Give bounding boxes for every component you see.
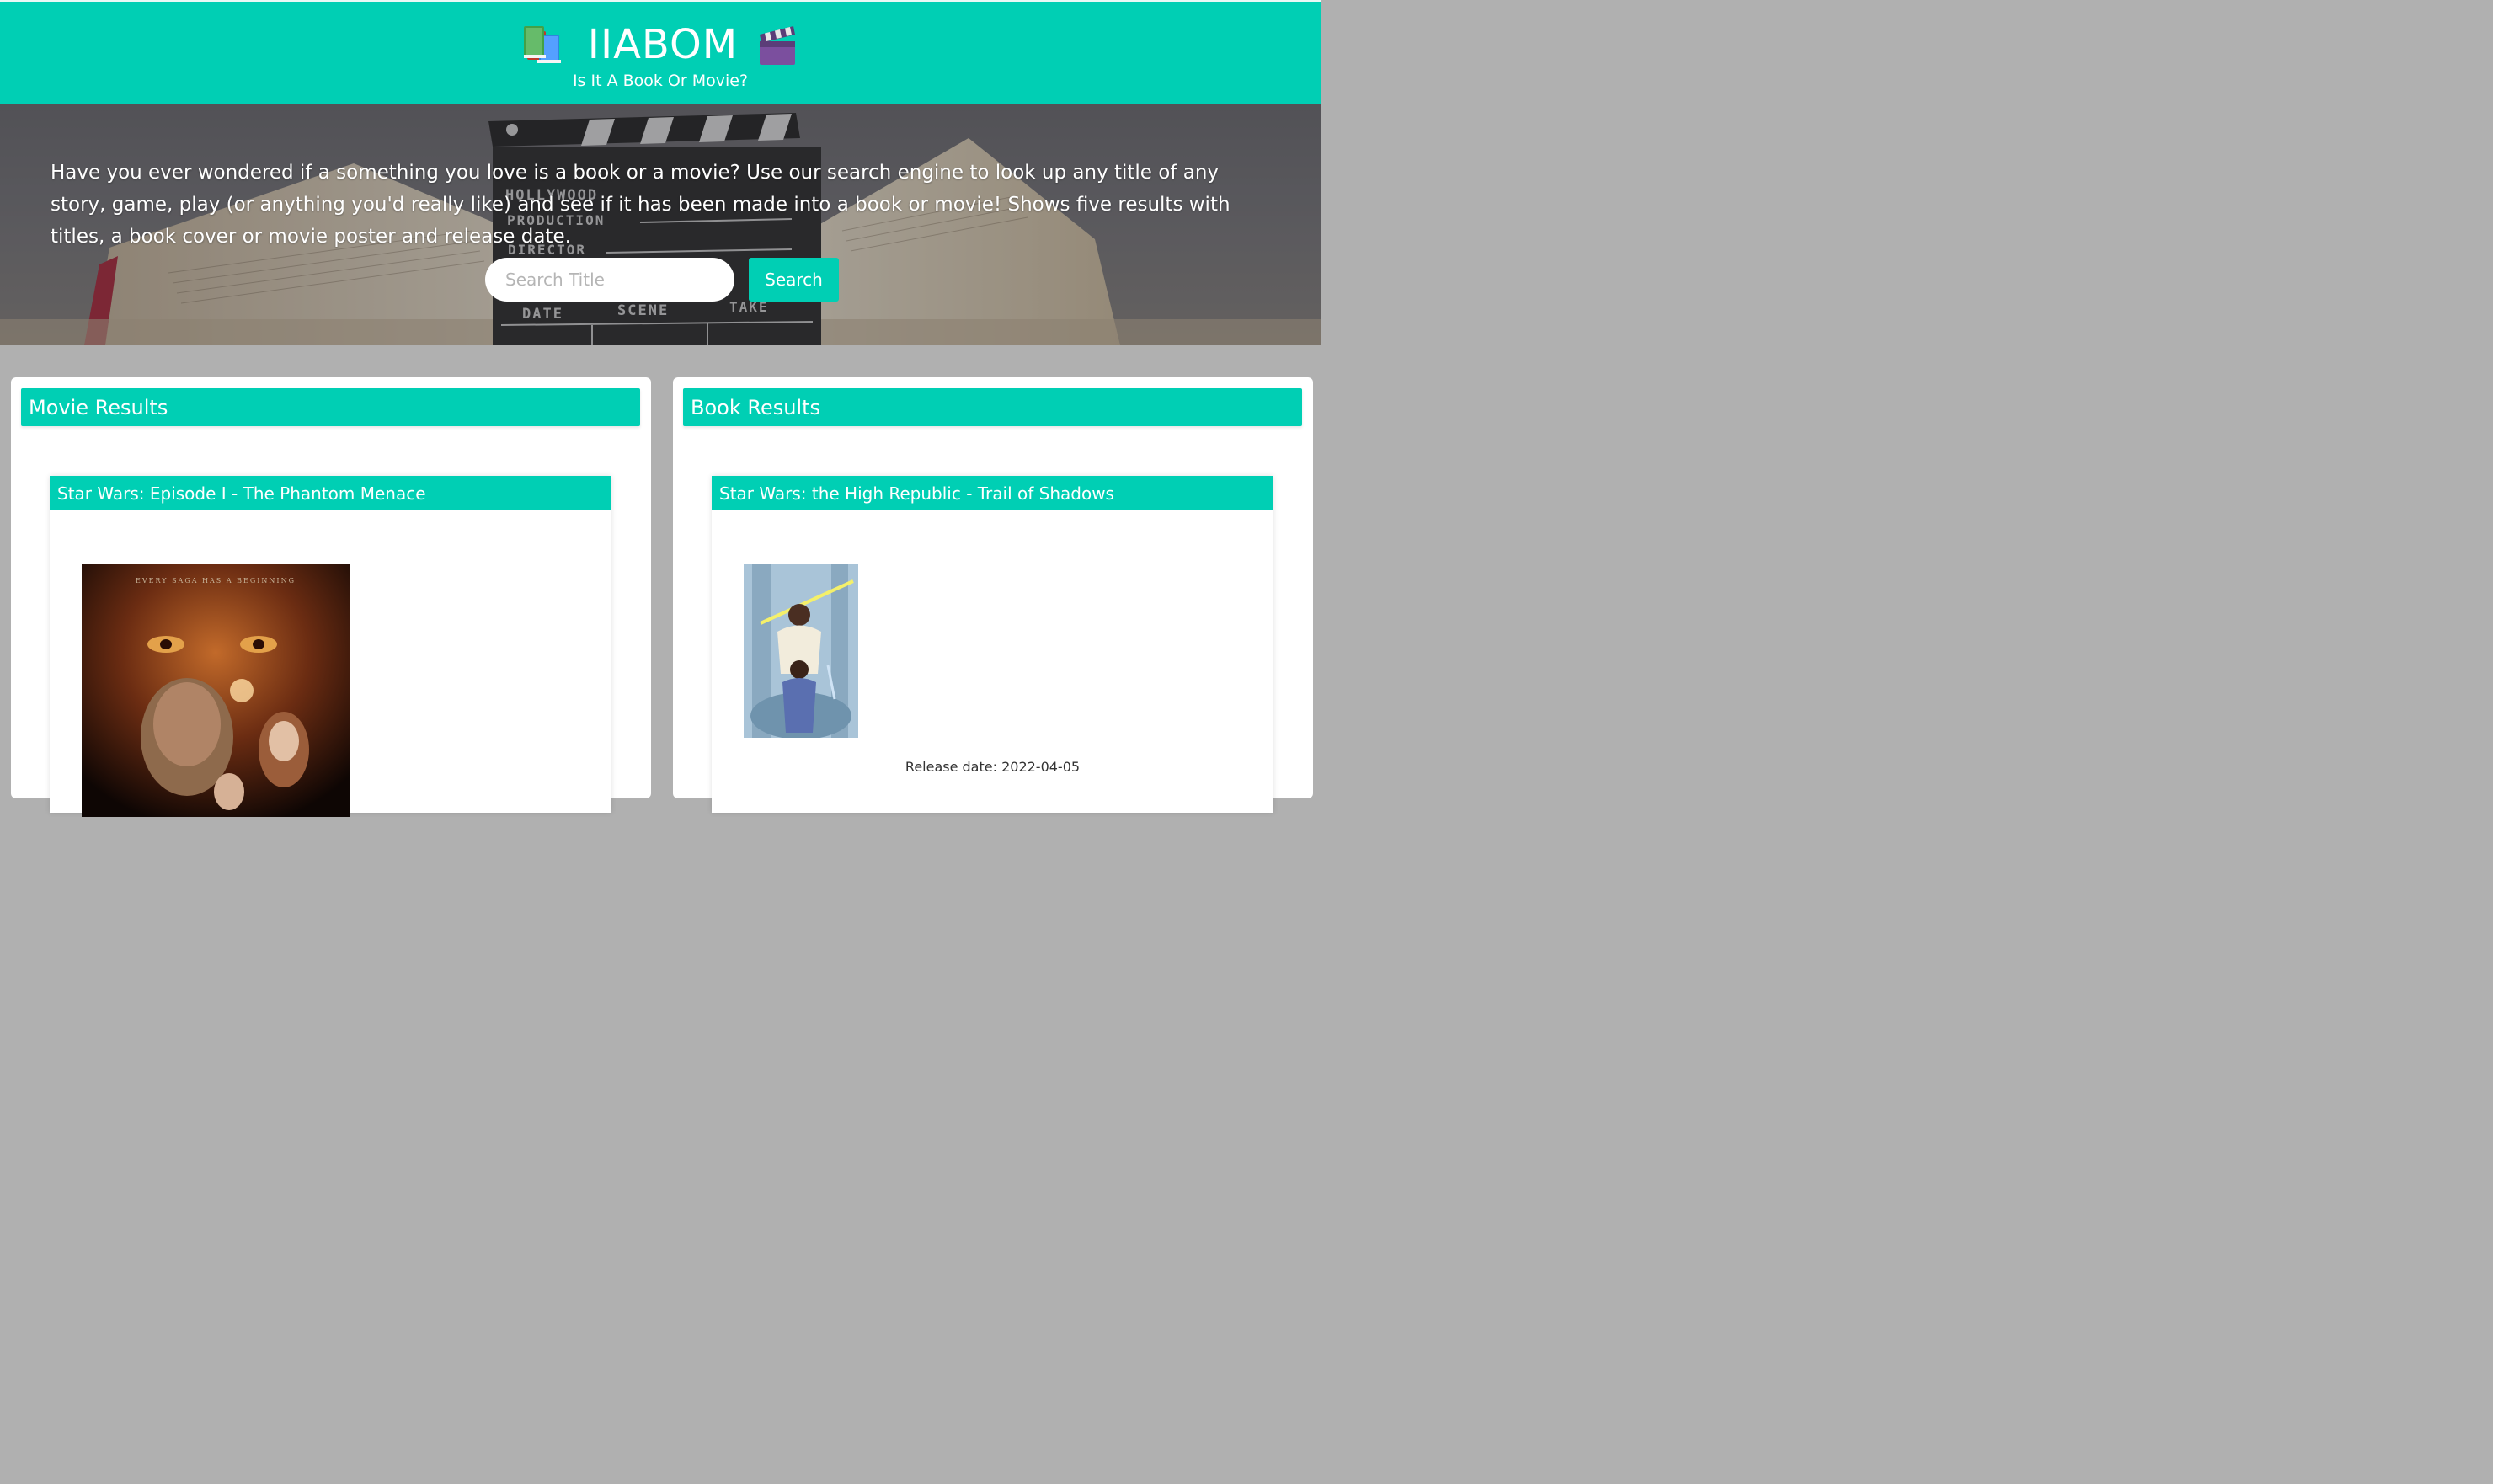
search-title-input[interactable] — [485, 258, 734, 302]
site-title: IIABOM — [587, 21, 739, 68]
book-results-heading: Book Results — [683, 388, 1302, 426]
book-result-title: Star Wars: the High Republic - Trail of … — [712, 476, 1273, 510]
book-results-panel: Book Results Star Wars: the High Republi… — [673, 377, 1313, 813]
poster-tagline: EVERY SAGA HAS A BEGINNING — [136, 577, 296, 585]
brand: IIABOM — [0, 19, 1321, 71]
movie-results-heading: Movie Results — [21, 388, 640, 426]
movie-result-title: Star Wars: Episode I - The Phantom Menac… — [50, 476, 611, 510]
book-cover-image — [744, 564, 858, 738]
site-subtitle: Is It A Book Or Movie? — [572, 72, 749, 90]
clapper-board-emoji-icon — [760, 26, 796, 65]
book-release-date: Release date: 2022-04-05 — [905, 759, 1081, 775]
books-emoji-icon — [523, 26, 561, 63]
hero-banner: HOLLYWOOD PRODUCTION DIRECTOR DATE SCENE… — [0, 104, 1321, 345]
site-header: IIABOM Is It A Book Or Movie? — [0, 0, 1321, 104]
intro-description: Have you ever wondered if a something yo… — [51, 162, 1230, 248]
search-button[interactable]: Search — [749, 258, 839, 302]
movie-results-panel: Movie Results Star Wars: Episode I - The… — [11, 377, 651, 817]
movie-result-card[interactable]: Star Wars: Episode I - The Phantom Menac… — [50, 476, 611, 817]
movie-poster-image: EVERY SAGA HAS A BEGINNING — [82, 564, 350, 817]
book-result-card[interactable]: Star Wars: the High Republic - Trail of … — [712, 476, 1273, 813]
